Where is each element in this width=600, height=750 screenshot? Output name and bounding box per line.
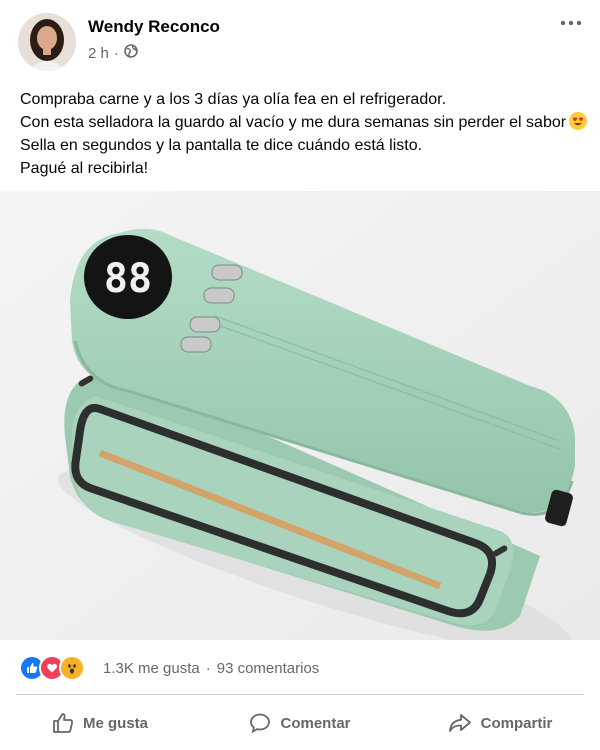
action-bar: Me gusta Comentar Compartir bbox=[0, 696, 600, 750]
post-line-with-emoji: Con esta selladora la guardo al vacío y … bbox=[20, 111, 588, 134]
post-meta: 2 h · bbox=[88, 44, 138, 62]
like-label: Me gusta bbox=[82, 714, 148, 732]
comment-icon bbox=[249, 712, 271, 734]
avatar[interactable] bbox=[18, 13, 76, 71]
post-stats: 1.3K me gusta · 93 comentarios bbox=[0, 641, 600, 693]
divider bbox=[16, 694, 584, 695]
post-header: Wendy Reconco 2 h · bbox=[0, 0, 600, 82]
more-icon[interactable] bbox=[558, 12, 584, 34]
post-image[interactable]: 88 bbox=[0, 191, 600, 640]
comment-label: Comentar bbox=[280, 714, 351, 732]
heart-eyes-emoji-icon bbox=[569, 112, 588, 130]
share-label: Compartir bbox=[480, 714, 553, 732]
wow-reaction-icon bbox=[59, 655, 85, 681]
likes-count[interactable]: 1.3K me gusta bbox=[103, 660, 200, 677]
globe-icon bbox=[124, 44, 138, 62]
post-line: Compraba carne y a los 3 días ya olía fe… bbox=[20, 91, 447, 108]
comment-button[interactable]: Comentar bbox=[200, 696, 400, 750]
display-digits: 88 bbox=[104, 256, 152, 302]
meta-separator: · bbox=[113, 44, 119, 62]
post-line: Sella en segundos y la pantalla te dice … bbox=[20, 137, 423, 154]
thumbs-up-icon bbox=[52, 712, 74, 734]
reaction-icons[interactable] bbox=[19, 655, 85, 681]
stats-text: 1.3K me gusta · 93 comentarios bbox=[103, 660, 319, 677]
post-text: Compraba carne y a los 3 días ya olía fe… bbox=[20, 88, 588, 180]
post-time[interactable]: 2 h bbox=[88, 45, 109, 62]
comments-count[interactable]: 93 comentarios bbox=[217, 660, 320, 677]
author-name[interactable]: Wendy Reconco bbox=[88, 17, 220, 37]
post-line: Con esta selladora la guardo al vacío y … bbox=[20, 114, 567, 131]
post-line: Pagué al recibirla! bbox=[20, 160, 149, 177]
like-button[interactable]: Me gusta bbox=[0, 696, 200, 750]
stats-separator: · bbox=[205, 660, 211, 677]
share-button[interactable]: Compartir bbox=[400, 696, 600, 750]
share-icon bbox=[448, 712, 472, 734]
